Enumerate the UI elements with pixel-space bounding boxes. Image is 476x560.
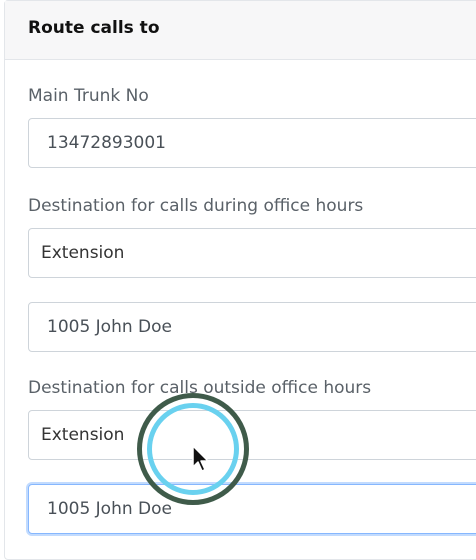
main-trunk-input[interactable]: 13472893001 [28,118,476,168]
office-hours-target-value: 1005 John Doe [47,317,172,337]
office-hours-destination-value: Extension [41,243,125,263]
office-hours-destination-select[interactable]: Extension [28,228,476,278]
main-trunk-value: 13472893001 [47,133,166,153]
outside-hours-destination-select[interactable]: Extension [28,410,476,460]
mouse-pointer-icon [192,445,209,472]
card-header: Route calls to [5,1,476,60]
office-hours-target-field[interactable]: 1005 John Doe [28,302,476,352]
outside-hours-target-value: 1005 John Doe [47,499,172,519]
office-hours-label: Destination for calls during office hour… [28,196,364,216]
main-trunk-label: Main Trunk No [28,86,149,106]
outside-hours-destination-value: Extension [41,425,125,445]
card-title: Route calls to [28,18,160,38]
outside-hours-target-field[interactable]: 1005 John Doe [28,484,476,534]
